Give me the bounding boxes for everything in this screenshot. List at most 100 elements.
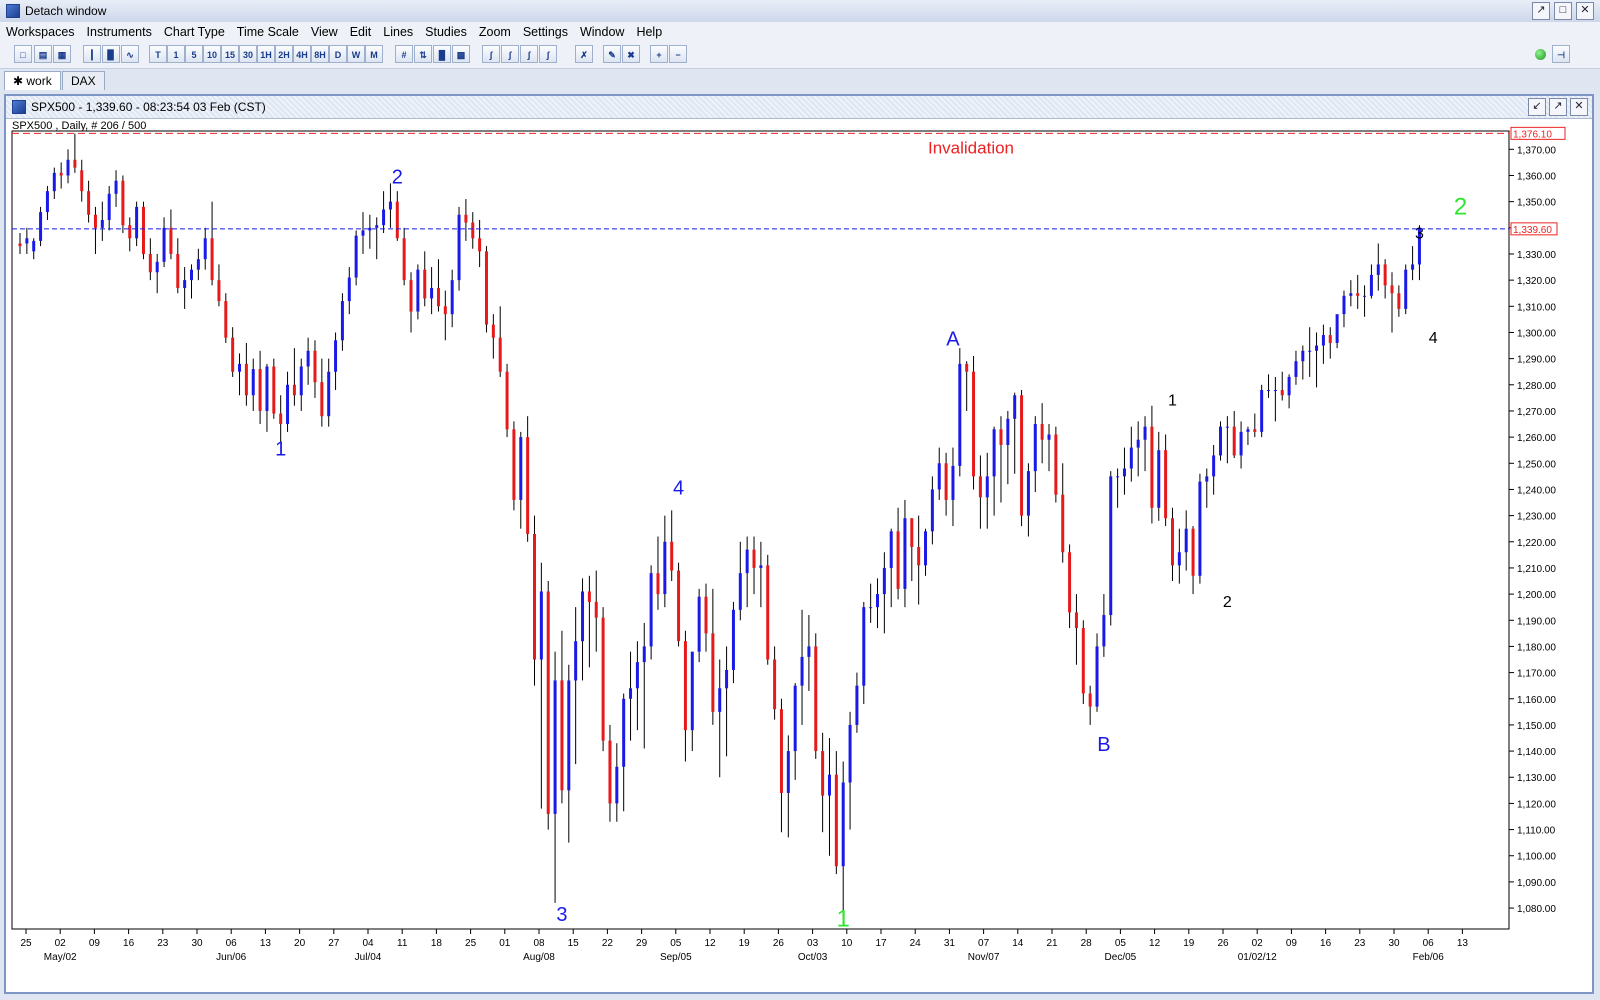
y-tick-label: 1,270.00 xyxy=(1517,407,1556,418)
menu-workspaces[interactable]: Workspaces xyxy=(0,22,81,39)
timeframe-2h-button[interactable]: 2H xyxy=(275,45,293,63)
line-chart-icon[interactable]: ∿ xyxy=(121,45,139,63)
tab-work[interactable]: ✱ work xyxy=(4,71,61,90)
candle-body xyxy=(107,193,111,220)
menu-studies[interactable]: Studies xyxy=(419,22,473,39)
candlestick-icon[interactable]: ▉ xyxy=(102,45,120,63)
x-tick-label: 08 xyxy=(533,938,545,949)
x-tick-label: 05 xyxy=(670,938,682,949)
candle-body xyxy=(718,688,722,712)
candle-body xyxy=(574,641,578,681)
chart-close-button[interactable]: ✕ xyxy=(1570,98,1588,116)
candle-body xyxy=(73,159,77,168)
delete-all-icon[interactable]: ✖ xyxy=(622,45,640,63)
detach-icon[interactable]: ⊣ xyxy=(1552,45,1570,63)
candle-body xyxy=(1116,476,1120,478)
wave-tool-2-icon[interactable]: ∫ xyxy=(501,45,519,63)
save-icon[interactable]: ▤ xyxy=(34,45,52,63)
zoom-out-icon[interactable]: − xyxy=(669,45,687,63)
new-document-icon[interactable]: □ xyxy=(14,45,32,63)
candle-body xyxy=(1315,345,1319,351)
menu-view[interactable]: View xyxy=(305,22,344,39)
timeframe-30-button[interactable]: 30 xyxy=(239,45,257,63)
wave-label: 2 xyxy=(1223,594,1232,611)
timeframe-5-button[interactable]: 5 xyxy=(185,45,203,63)
wave-label: 4 xyxy=(1429,330,1438,347)
candle-body xyxy=(286,384,290,425)
menu-settings[interactable]: Settings xyxy=(517,22,574,39)
y-tick-label: 1,120.00 xyxy=(1517,799,1556,810)
candle-body xyxy=(272,366,276,414)
indicator-icon[interactable]: ▩ xyxy=(452,45,470,63)
wave-tool-3-icon[interactable]: ∫ xyxy=(520,45,538,63)
timeframe-w-button[interactable]: W xyxy=(347,45,365,63)
wave-tool-1-icon[interactable]: ∫ xyxy=(482,45,500,63)
bar-chart-icon[interactable]: ┃ xyxy=(83,45,101,63)
volume-icon[interactable]: █ xyxy=(433,45,451,63)
x-tick-label: 09 xyxy=(89,938,101,949)
menu-instruments[interactable]: Instruments xyxy=(81,22,158,39)
wave-label: 2 xyxy=(392,166,403,188)
candle-body xyxy=(1157,450,1161,508)
x-tick-label: 01 xyxy=(499,938,511,949)
candle-body xyxy=(1225,426,1229,428)
wave-label: 1 xyxy=(275,438,286,460)
menu-edit[interactable]: Edit xyxy=(344,22,378,39)
menu-chart-type[interactable]: Chart Type xyxy=(158,22,231,39)
x-tick-label: 23 xyxy=(1354,938,1366,949)
candle-body xyxy=(299,366,303,396)
candle-body xyxy=(306,350,310,367)
candle-body xyxy=(1349,293,1353,296)
candle-body xyxy=(32,240,36,252)
timeframe-d-button[interactable]: D xyxy=(329,45,347,63)
zoom-in-icon[interactable]: + xyxy=(650,45,668,63)
crosshair-icon[interactable]: ⇅ xyxy=(414,45,432,63)
timeframe-1-button[interactable]: 1 xyxy=(167,45,185,63)
wave-label: 3 xyxy=(1415,225,1424,242)
print-icon[interactable]: ▦ xyxy=(53,45,71,63)
candle-body xyxy=(759,565,763,568)
close-window-button[interactable]: ✕ xyxy=(1576,2,1594,20)
menu-zoom[interactable]: Zoom xyxy=(473,22,517,39)
menu-time-scale[interactable]: Time Scale xyxy=(231,22,305,39)
timeframe-1h-button[interactable]: 1H xyxy=(257,45,275,63)
timeframe-m-button[interactable]: M xyxy=(365,45,383,63)
y-tick-label: 1,130.00 xyxy=(1517,773,1556,784)
menu-window[interactable]: Window xyxy=(574,22,630,39)
x-tick-label: 20 xyxy=(294,938,306,949)
menu-lines[interactable]: Lines xyxy=(377,22,419,39)
candle-body xyxy=(1397,293,1401,309)
y-tick-label: 1,290.00 xyxy=(1517,355,1556,366)
eraser-icon[interactable]: ✎ xyxy=(603,45,621,63)
timeframe-8h-button[interactable]: 8H xyxy=(311,45,329,63)
menu-help[interactable]: Help xyxy=(630,22,668,39)
wave-tool-4-icon[interactable]: ∫ xyxy=(539,45,557,63)
plot-area xyxy=(11,130,1510,930)
candle-body xyxy=(1404,269,1408,309)
candle-body xyxy=(1020,395,1024,516)
candle-body xyxy=(985,476,989,498)
candle-body xyxy=(203,238,207,260)
delete-lines-icon[interactable]: ✗ xyxy=(575,45,593,63)
candle-body xyxy=(1280,390,1284,396)
tab-dax[interactable]: DAX xyxy=(62,71,105,90)
timeframe-10-button[interactable]: 10 xyxy=(203,45,221,63)
chart-minimize-button[interactable]: ↙ xyxy=(1528,98,1546,116)
candle-body xyxy=(1267,390,1271,392)
candle-body xyxy=(45,191,49,213)
y-tick-label: 1,080.00 xyxy=(1517,904,1556,915)
chart-restore-button[interactable]: ↗ xyxy=(1549,98,1567,116)
candle-body xyxy=(1088,693,1092,707)
x-tick-label: 19 xyxy=(1183,938,1195,949)
price-chart[interactable]: 1,080.00 1,090.00 1,100.00 1,110.00 1,120.00… xyxy=(6,118,1592,994)
candle-body xyxy=(539,591,543,660)
timeframe-4h-button[interactable]: 4H xyxy=(293,45,311,63)
candle-body xyxy=(100,219,104,228)
timeframe-T-button[interactable]: T xyxy=(149,45,167,63)
x-month-label: Oct/03 xyxy=(798,952,828,963)
grid-icon[interactable]: # xyxy=(395,45,413,63)
timeframe-15-button[interactable]: 15 xyxy=(221,45,239,63)
restore-window-button[interactable]: ↗ xyxy=(1532,2,1550,20)
x-tick-label: 12 xyxy=(704,938,716,949)
maximize-window-button[interactable]: □ xyxy=(1554,2,1572,20)
